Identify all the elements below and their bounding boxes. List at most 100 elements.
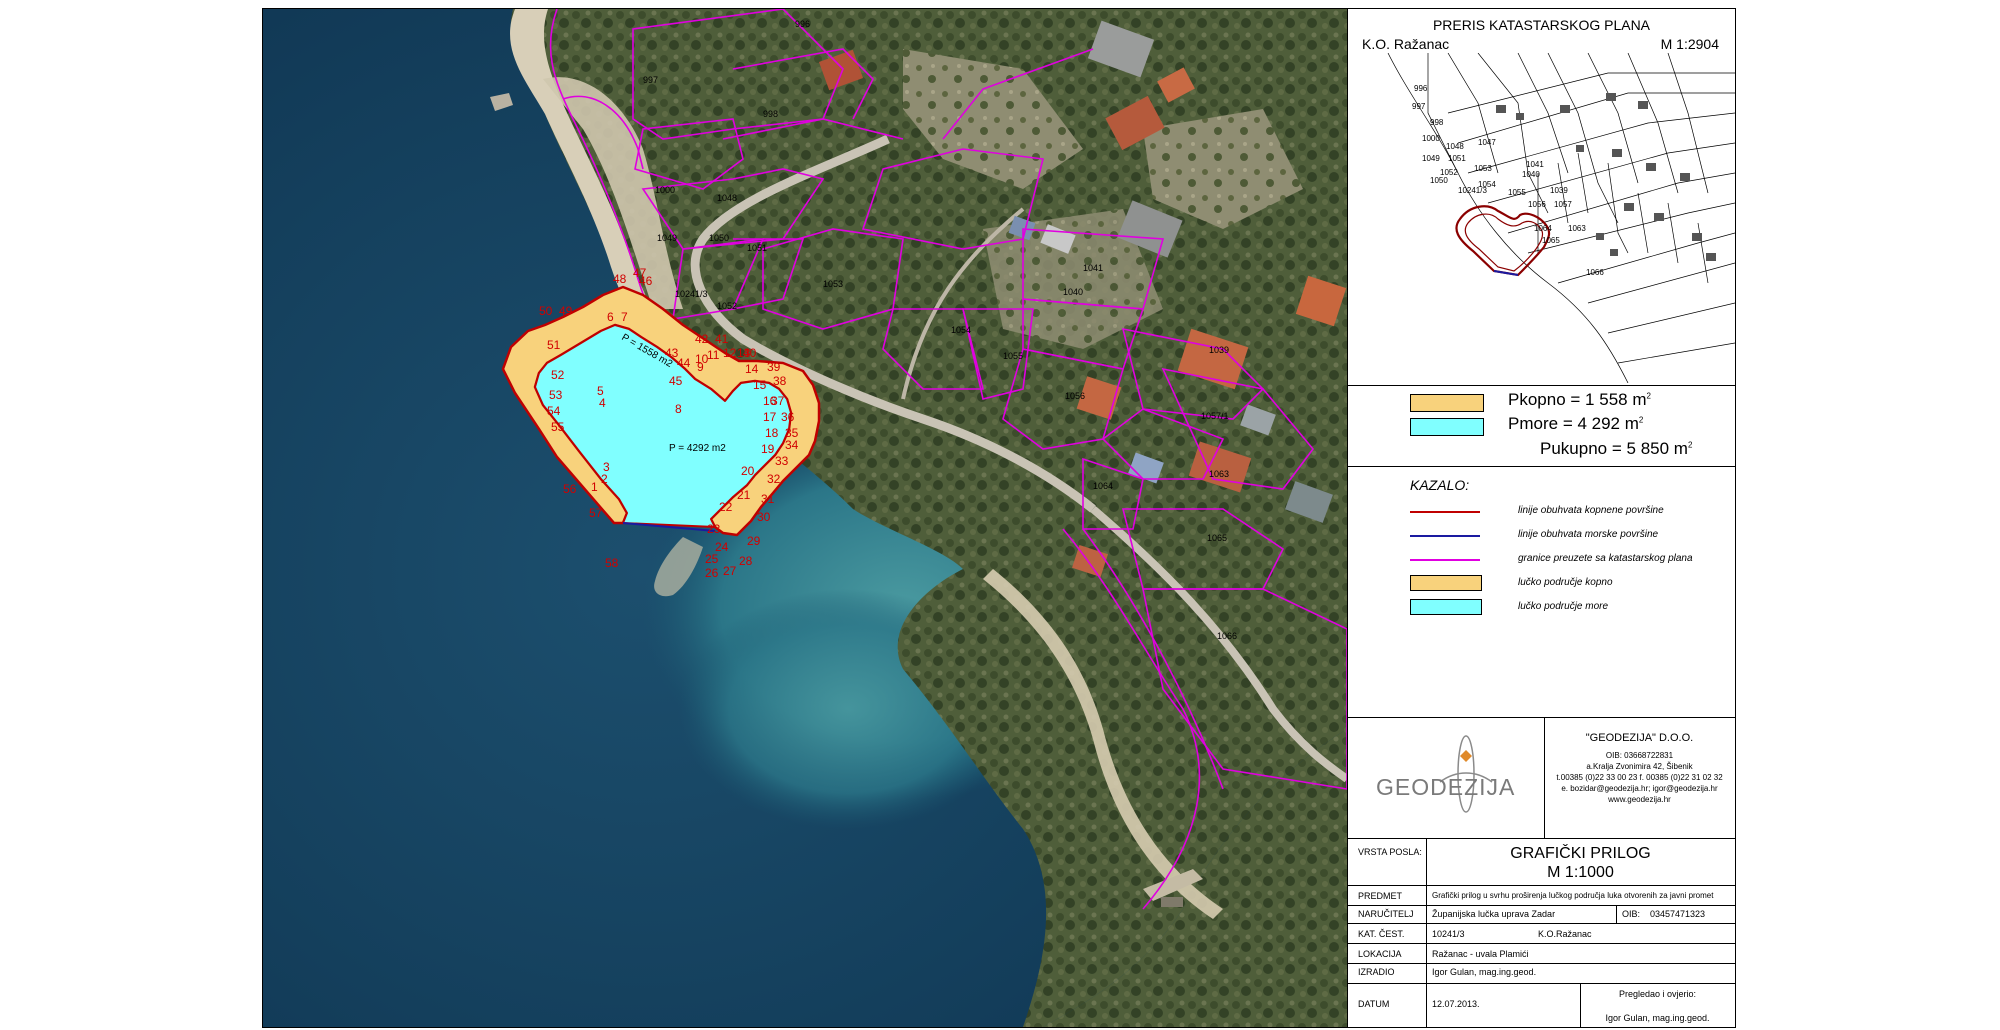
legend-title: KAZALO: (1410, 477, 1470, 493)
point-label: 4 (599, 396, 606, 410)
parcel-label: 1063 (1209, 469, 1229, 479)
inset-parcel-label: 1055 (1508, 188, 1526, 197)
inset-heading: PRERIS KATASTARSKOG PLANA (1432, 17, 1651, 33)
inset-parcel-label: 998 (1430, 118, 1444, 127)
point-label: 5 (597, 384, 604, 398)
legend-swatch (1410, 511, 1480, 513)
parcel-label: 1052 (717, 301, 737, 311)
kopno-value: = 1 558 m (1570, 390, 1647, 409)
point-label: 37 (771, 394, 785, 408)
point-label: 54 (547, 404, 561, 418)
pregledao-value: Igor Gulan, mag.ing.geod. (1605, 1013, 1710, 1023)
inset-parcel-label: 1066 (1586, 268, 1604, 277)
point-label: 49 (559, 304, 573, 318)
point-label: 35 (785, 426, 799, 440)
parcel-label: 1048 (717, 193, 737, 203)
inset-parcel-label: 996 (1414, 84, 1428, 93)
aerial-map[interactable]: P = 4292 m2 P = 1558 m2 10241/3 996 997 99… (263, 9, 1348, 1027)
point-label: 42 (695, 332, 709, 346)
point-label: 15 (753, 378, 767, 392)
inset-parcel-label: 1041 (1526, 160, 1544, 169)
legend-panel: PRERIS KATASTARSKOG PLANA K.O. Ražanac M… (1348, 9, 1735, 1027)
parcel-label: 1054 (951, 325, 971, 335)
point-label: 17 (763, 410, 777, 424)
parcel-label: 1051 (747, 243, 767, 253)
legend-item-label: linije obuhvata morske površine (1518, 529, 1659, 540)
parcel-label: 998 (763, 109, 778, 119)
doc-scale: M 1:1000 (1547, 864, 1614, 881)
legend-swatch (1410, 599, 1482, 615)
point-label: 57 (589, 506, 603, 520)
legend-swatch (1410, 535, 1480, 537)
ko-value: Ražanac (1556, 929, 1592, 939)
parcel-label: 1049 (657, 233, 677, 243)
inset-parcel-label: 1056 (1528, 200, 1546, 209)
lokacija-label: LOKACIJA (1358, 949, 1402, 959)
narucitelj-label: NARUČITELJ (1358, 909, 1414, 919)
inset-parcel-label: 1000 (1422, 134, 1440, 143)
point-label: 48 (613, 272, 627, 286)
parcel-label: 1040 (1063, 287, 1083, 297)
doc-title: GRAFIČKI PRILOG (1510, 845, 1651, 862)
legend-item-label: linije obuhvata kopnene površine (1518, 505, 1664, 516)
kat-value: 10241/3 (1432, 929, 1465, 939)
inset-parcel-label: 1050 (1430, 176, 1448, 185)
inset-parcel-label: 997 (1412, 102, 1426, 111)
point-label: 12 (723, 346, 737, 360)
ukupno-value: = 5 850 m (1611, 439, 1688, 458)
kat-label: KAT. ČEST. (1358, 929, 1405, 939)
more-label: Pmore (1508, 414, 1559, 433)
parcel-label: 1065 (1207, 533, 1227, 543)
inset-parcel-label: 1053 (1474, 164, 1492, 173)
vrsta-label: VRSTA POSLA: (1358, 847, 1422, 857)
point-label: 58 (605, 556, 619, 570)
legend-item-label: lučko područje kopno (1518, 577, 1613, 588)
point-label: 25 (705, 552, 719, 566)
point-label: 47 (633, 266, 647, 280)
point-label: 22 (719, 500, 733, 514)
land-swatch (1410, 394, 1484, 412)
point-label: 56 (563, 482, 577, 496)
point-label: 29 (747, 534, 761, 548)
inset-scale: M 1:2904 (1660, 36, 1719, 52)
lokacija-value: Ražanac - uvala Plamići (1432, 949, 1529, 959)
parcel-label: 1066 (1217, 631, 1237, 641)
legend-swatch (1410, 559, 1480, 561)
point-label: 53 (549, 388, 563, 402)
kopno-label: Pkopno (1508, 390, 1566, 409)
point-label: 52 (551, 368, 565, 382)
ko-label: K.O. (1538, 929, 1557, 939)
map-canvas: P = 4292 m2 P = 1558 m2 10241/3 99699799… (263, 9, 1347, 1027)
point-label: 6 (607, 310, 614, 324)
cadastral-sheet: P = 4292 m2 P = 1558 m2 10241/3 996 997 99… (262, 8, 1736, 1028)
point-label: 11 (707, 348, 720, 362)
point-label: 19 (761, 442, 775, 456)
parcel-label: 1053 (823, 279, 843, 289)
company-contact-line: OIB: 03668722831 (1605, 751, 1674, 760)
parcel-label: 1000 (655, 185, 675, 195)
parcel-label: 1050 (709, 233, 729, 243)
company-contact-line: www.geodezija.hr (1608, 795, 1671, 804)
point-label: 3 (603, 460, 610, 474)
parcel-label: 996 (795, 19, 810, 29)
parcel-label: 1056 (1065, 391, 1085, 401)
company-contact-line: e. bozidar@geodezija.hr; igor@geodezija.… (1561, 784, 1718, 793)
ukupno-label: Pukupno (1540, 439, 1608, 458)
inset-parcel-label: 10241/3 (1458, 186, 1487, 195)
point-label: 44 (677, 356, 691, 370)
point-label: 55 (551, 420, 565, 434)
point-label: 36 (781, 410, 795, 424)
sea-swatch (1410, 418, 1484, 436)
more-value: = 4 292 m (1562, 414, 1639, 433)
company-name: "GEODEZIJA" D.O.O. (1585, 732, 1694, 744)
legend-swatch (1410, 575, 1482, 591)
point-label: 40 (743, 346, 757, 360)
areas-block: Pkopno = 1 558 m2 Pmore = 4 292 m2 Pukup… (1348, 386, 1735, 467)
parcel-label: 1055 (1003, 351, 1023, 361)
inset-parcel-label: 1040 (1522, 170, 1540, 179)
oib-label: OIB: (1622, 909, 1641, 919)
predmet-value: Grafički prilog u svrhu proširenja lučko… (1432, 891, 1714, 900)
logo-text: GEODEZIJA (1376, 774, 1516, 800)
company-contact: OIB: 03668722831 a.Kralja Zvonimira 42, Š… (1544, 750, 1735, 805)
inset-block: PRERIS KATASTARSKOG PLANA K.O. Ražanac M… (1348, 9, 1735, 386)
